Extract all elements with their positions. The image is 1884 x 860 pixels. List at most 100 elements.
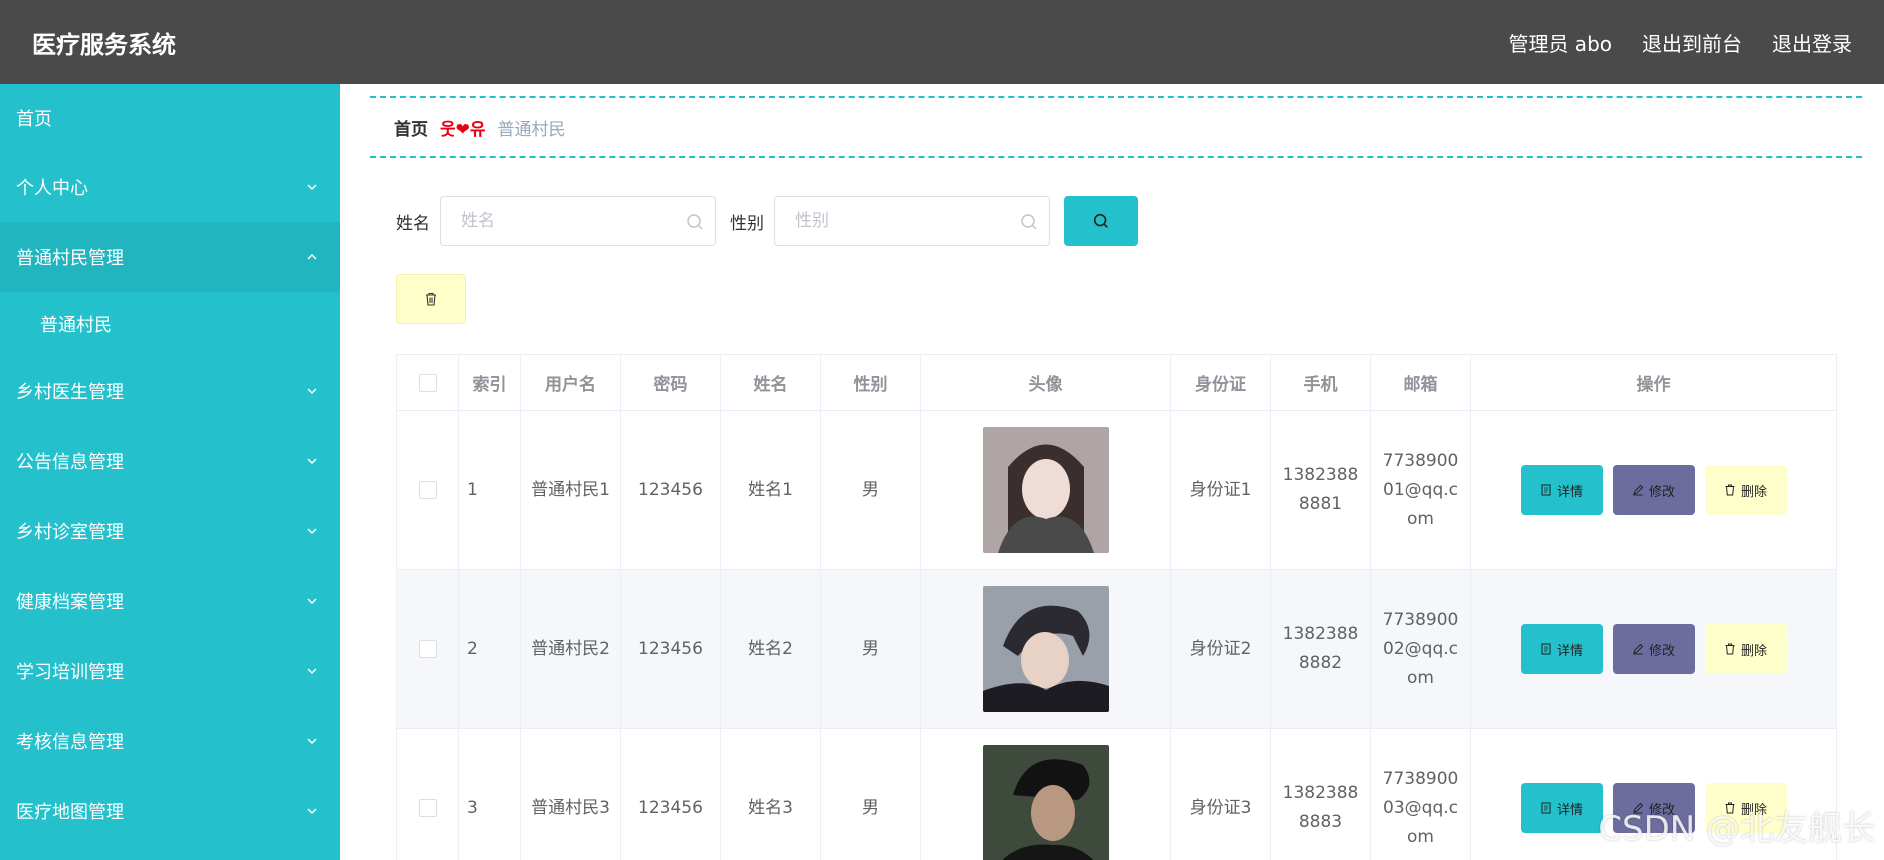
detail-button[interactable]: 详情 (1520, 783, 1603, 833)
breadcrumb-current: 普通村民 (497, 119, 566, 140)
chevron-down-icon (307, 668, 317, 675)
avatar-cell (920, 569, 1171, 729)
pencil-icon (1633, 484, 1644, 496)
chevron-down-icon (307, 808, 317, 815)
gender-search-input[interactable] (775, 197, 1049, 245)
watermark: CSDN @北友舰长 (1598, 809, 1876, 849)
sidebar-item-home[interactable]: 首页 (0, 84, 340, 152)
gender-cell: 男 (820, 728, 921, 860)
idcard-cell: 身份证3 (1170, 728, 1271, 860)
index-cell: 2 (458, 569, 521, 729)
avatar-cell (920, 728, 1171, 860)
sidebar-item-label: 学习培训管理 (16, 662, 124, 683)
main-area: 首页 웃❤유 普通村民 姓名 性别 (340, 84, 1884, 860)
breadcrumb: 首页 웃❤유 普通村民 (370, 96, 1862, 158)
email-cell: 773890002@qq.com (1370, 569, 1471, 729)
username-cell: 普通村民2 (520, 569, 621, 729)
exit-to-front-link[interactable]: 退出到前台 (1642, 28, 1742, 57)
sidebar-item-label: 医疗地图管理 (16, 802, 124, 823)
name-input-wrapper (440, 196, 716, 246)
avatar[interactable] (982, 586, 1109, 712)
column-header: 性别 (820, 354, 921, 411)
delete-label: 删除 (1740, 484, 1767, 500)
actions-cell: 详情 修改 删除 (1470, 410, 1837, 570)
avatar[interactable] (982, 427, 1109, 553)
gender-cell: 男 (820, 569, 921, 729)
sidebar-item-map-management[interactable]: 医疗地图管理 (0, 776, 340, 846)
email-cell: 773890001@qq.com (1370, 410, 1471, 570)
sidebar-item-villager-management[interactable]: 普通村民管理 (0, 222, 340, 292)
edit-button[interactable]: 修改 (1612, 465, 1695, 515)
search-icon (687, 214, 703, 230)
search-icon (1093, 213, 1108, 228)
delete-button[interactable]: 删除 (1704, 624, 1787, 674)
app-title: 医疗服务系统 (32, 30, 176, 59)
password-cell: 123456 (620, 569, 721, 729)
sidebar-item-label: 普通村民 (40, 315, 112, 336)
sidebar-item-assessment-management[interactable]: 考核信息管理 (0, 706, 340, 776)
sidebar-item-label: 公告信息管理 (16, 452, 124, 473)
logout-link[interactable]: 退出登录 (1772, 28, 1852, 57)
sidebar-item-label: 普通村民管理 (16, 248, 124, 269)
select-all-checkbox[interactable] (418, 373, 437, 392)
column-header: 身份证 (1170, 354, 1271, 411)
sidebar: 首页 个人中心 普通村民管理 普通村民 乡村医生管理 公告信息管理 乡村诊室管理… (0, 84, 340, 860)
row-checkbox[interactable] (418, 480, 437, 499)
row-checkbox[interactable] (418, 798, 437, 817)
idcard-cell: 身份证2 (1170, 569, 1271, 729)
sidebar-subitem-villager[interactable]: 普通村民 (0, 292, 340, 356)
document-icon (1541, 643, 1551, 655)
chevron-down-icon (307, 184, 317, 191)
column-header: 索引 (458, 354, 521, 411)
admin-user-label[interactable]: 管理员 abo (1508, 28, 1612, 57)
sidebar-item-clinic-management[interactable]: 乡村诊室管理 (0, 496, 340, 566)
detail-label: 详情 (1556, 643, 1583, 659)
bulk-delete-button[interactable] (396, 274, 466, 324)
sidebar-item-label: 考核信息管理 (16, 732, 124, 753)
detail-label: 详情 (1556, 802, 1583, 818)
edit-label: 修改 (1648, 484, 1675, 500)
edit-label: 修改 (1648, 643, 1675, 659)
trash-icon (426, 292, 436, 306)
table-row: 2 普通村民2 123456 姓名2 男 身份证2 13823888882 77… (396, 569, 1837, 729)
username-cell: 普通村民1 (520, 410, 621, 570)
document-icon (1541, 484, 1551, 496)
search-icon (1021, 214, 1037, 230)
sidebar-item-doctor-management[interactable]: 乡村医生管理 (0, 356, 340, 426)
gender-label: 性别 (730, 213, 764, 234)
sidebar-item-health-records[interactable]: 健康档案管理 (0, 566, 340, 636)
sidebar-item-personal-center[interactable]: 个人中心 (0, 152, 340, 222)
chevron-down-icon (307, 528, 317, 535)
name-label: 姓名 (396, 213, 430, 234)
data-table: 索引 用户名 密码 姓名 性别 头像 身份证 手机 邮箱 操作 1 普通村民1 … (396, 354, 1837, 860)
detail-button[interactable]: 详情 (1520, 624, 1603, 674)
chevron-up-icon (307, 253, 317, 260)
row-select-cell (396, 569, 459, 729)
idcard-cell: 身份证1 (1170, 410, 1271, 570)
sidebar-item-label: 个人中心 (16, 178, 88, 199)
sidebar-item-notice-management[interactable]: 公告信息管理 (0, 426, 340, 496)
chevron-down-icon (307, 738, 317, 745)
detail-button[interactable]: 详情 (1520, 465, 1603, 515)
search-button[interactable] (1064, 196, 1138, 246)
breadcrumb-home[interactable]: 首页 (394, 115, 428, 140)
sidebar-item-training-management[interactable]: 学习培训管理 (0, 636, 340, 706)
row-checkbox[interactable] (418, 639, 437, 658)
edit-button[interactable]: 修改 (1612, 624, 1695, 674)
avatar[interactable] (982, 745, 1109, 860)
name-search-input[interactable] (441, 197, 715, 245)
delete-button[interactable]: 删除 (1704, 465, 1787, 515)
index-cell: 1 (458, 410, 521, 570)
name-cell: 姓名2 (720, 569, 821, 729)
delete-label: 删除 (1740, 643, 1767, 659)
row-select-cell (396, 728, 459, 860)
sidebar-item-label: 首页 (16, 109, 52, 130)
gender-cell: 男 (820, 410, 921, 570)
trash-icon (1725, 643, 1735, 655)
sidebar-item-label: 健康档案管理 (16, 592, 124, 613)
actions-cell: 详情 修改 删除 (1470, 569, 1837, 729)
row-select-cell (396, 410, 459, 570)
chevron-down-icon (307, 458, 317, 465)
password-cell: 123456 (620, 728, 721, 860)
column-header: 手机 (1270, 354, 1371, 411)
